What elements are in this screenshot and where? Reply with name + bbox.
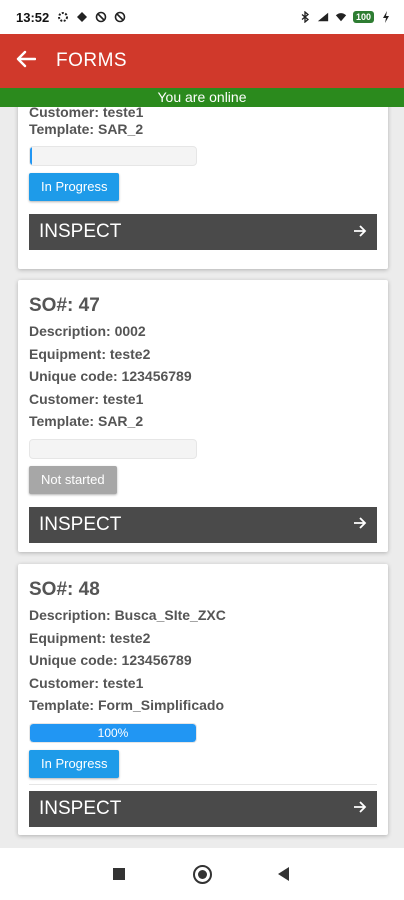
form-card: SO#: 48 Description: Busca_SIte_ZXC Equi… xyxy=(18,564,388,835)
back-button[interactable] xyxy=(0,34,52,88)
progress-fill xyxy=(30,147,32,166)
template-field: Template: SAR_2 xyxy=(29,120,144,137)
progress-bar xyxy=(29,146,197,167)
recent-apps-button[interactable] xyxy=(113,868,125,880)
app-bar: FORMS xyxy=(0,34,404,88)
arrow-right-icon xyxy=(353,798,367,819)
battery-icon: 100 xyxy=(352,11,374,23)
block-icon xyxy=(95,11,107,23)
inspect-button[interactable]: INSPECT xyxy=(29,506,377,543)
progress-bar: 100% xyxy=(29,722,197,743)
block-icon xyxy=(114,11,126,23)
progress-label: 100% xyxy=(97,725,129,740)
system-navigation-bar xyxy=(0,848,404,900)
status-time: 13:52 xyxy=(16,9,50,25)
status-system-icons: 100 xyxy=(299,11,392,23)
status-bar: 13:52 100 xyxy=(0,0,404,34)
wifi-icon xyxy=(335,11,347,23)
diamond-icon xyxy=(76,11,88,23)
online-status-banner: You are online xyxy=(0,88,404,107)
inspect-label: INSPECT xyxy=(39,513,122,535)
bluetooth-icon xyxy=(299,11,311,23)
form-card: Customer: teste1 Template: SAR_2 In Prog… xyxy=(18,107,388,269)
home-button[interactable] xyxy=(193,865,212,884)
description-field: Description: 0002 xyxy=(29,323,146,339)
inspect-label: INSPECT xyxy=(39,221,122,243)
inspect-label: INSPECT xyxy=(39,797,122,819)
status-button[interactable]: In Progress xyxy=(29,749,120,778)
status-button[interactable]: In Progress xyxy=(29,173,120,202)
customer-field: Customer: teste1 xyxy=(29,390,144,407)
arrow-right-icon xyxy=(353,222,367,243)
arrow-left-icon xyxy=(16,50,37,73)
system-back-button[interactable] xyxy=(278,867,289,881)
customer-field: Customer: teste1 xyxy=(29,107,144,120)
template-field: Template: Form_Simplificado xyxy=(29,697,224,714)
inspect-button[interactable]: INSPECT xyxy=(29,790,377,827)
unique-code-field: Unique code: 123456789 xyxy=(29,652,192,669)
forms-list[interactable]: Customer: teste1 Template: SAR_2 In Prog… xyxy=(0,107,404,848)
settings-icon xyxy=(57,11,69,23)
page-title: FORMS xyxy=(56,50,128,71)
equipment-field: Equipment: teste2 xyxy=(29,345,151,362)
status-notification-icons xyxy=(57,11,126,23)
inspect-button[interactable]: INSPECT xyxy=(29,214,377,251)
arrow-right-icon xyxy=(353,514,367,535)
equipment-field: Equipment: teste2 xyxy=(29,629,151,646)
unique-code-field: Unique code: 123456789 xyxy=(29,368,192,385)
status-button[interactable]: Not started xyxy=(29,465,117,494)
divider xyxy=(29,783,377,785)
charging-icon xyxy=(380,11,392,23)
description-field: Description: Busca_SIte_ZXC xyxy=(29,607,226,623)
so-number: SO#: 47 xyxy=(29,295,100,316)
signal-icon xyxy=(317,11,329,23)
form-card: SO#: 47 Description: 0002 Equipment: tes… xyxy=(18,280,388,552)
so-number: SO#: 48 xyxy=(29,579,100,600)
template-field: Template: SAR_2 xyxy=(29,413,144,430)
customer-field: Customer: teste1 xyxy=(29,674,144,691)
progress-bar xyxy=(29,438,197,459)
